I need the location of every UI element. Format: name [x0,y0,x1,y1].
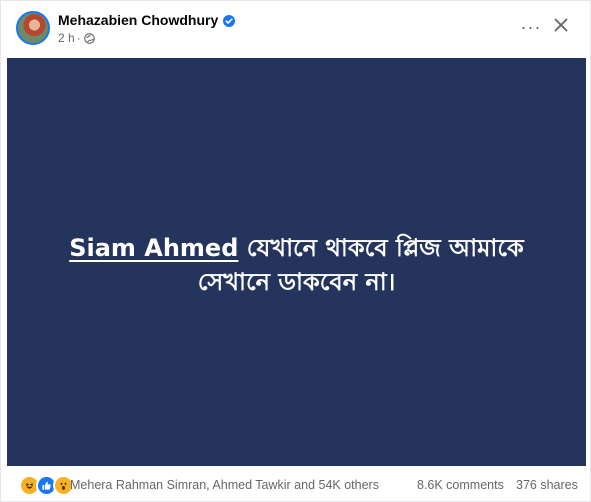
close-button[interactable] [549,15,573,39]
verified-badge-icon [223,14,236,27]
avatar[interactable] [16,11,50,45]
close-icon [554,18,568,37]
post-time[interactable]: 2 h [58,31,75,45]
meta-separator: · [76,31,81,45]
post-footer: Mehera Rahman Simran, Ahmed Tawkir and 5… [1,471,590,499]
mention-siam-ahmed: Siam Ahmed [69,233,239,262]
post-image-text: Siam Ahmed যেখানে থাকবে প্লিজ আমাকে সেখা… [27,231,567,299]
author-name[interactable]: Mehazabien Chowdhury [58,12,218,28]
comments-count[interactable]: 8.6K comments [417,478,504,493]
more-options-button[interactable]: ··· [519,15,543,39]
author-row: Mehazabien Chowdhury [58,12,236,28]
post-image-text-line1: Siam Ahmed যেখানে থাকবে প্লিজ আমাকে [27,231,567,265]
post-card: Mehazabien Chowdhury 2 h · ··· Siam Ahme… [0,0,591,502]
post-image[interactable]: Siam Ahmed যেখানে থাকবে প্লিজ আমাকে সেখা… [7,58,586,466]
more-dots-icon: ··· [520,16,542,37]
post-header: Mehazabien Chowdhury 2 h · ··· [1,1,590,57]
reaction-names[interactable]: Mehera Rahman Simran, Ahmed Tawkir and 5… [70,478,379,493]
post-meta: 2 h · [58,31,95,45]
reaction-icons[interactable] [19,475,74,496]
shares-count[interactable]: 376 shares [516,478,578,493]
post-image-text-line2: সেখানে ডাকবেন না। [197,267,396,296]
public-globe-icon[interactable] [83,32,95,44]
line1-rest: যেখানে থাকবে প্লিজ আমাকে [238,233,524,262]
